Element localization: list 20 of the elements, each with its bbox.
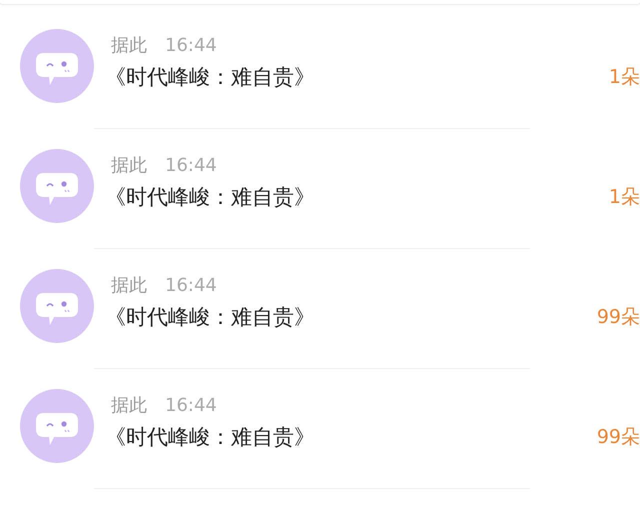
flower-count: 99朵 bbox=[596, 425, 640, 450]
chat-bubble-avatar-icon bbox=[20, 389, 94, 463]
flower-count: 1朵 bbox=[608, 65, 640, 90]
sender-name: 据此 bbox=[111, 394, 147, 417]
message-time: 16:44 bbox=[165, 275, 217, 296]
message-time: 16:44 bbox=[165, 35, 217, 56]
sender-name: 据此 bbox=[111, 34, 147, 57]
message-title[interactable]: 《时代峰峻：难自贵》 bbox=[105, 63, 315, 91]
chat-bubble-avatar-icon bbox=[20, 149, 94, 223]
sender-name: 据此 bbox=[111, 274, 147, 297]
chat-bubble-avatar-icon bbox=[20, 29, 94, 103]
message-time: 16:44 bbox=[165, 155, 217, 176]
sender-name: 据此 bbox=[111, 154, 147, 177]
message-time: 16:44 bbox=[165, 395, 217, 416]
message-title[interactable]: 《时代峰峻：难自贵》 bbox=[105, 423, 315, 451]
flower-count: 1朵 bbox=[608, 185, 640, 210]
message-title[interactable]: 《时代峰峻：难自贵》 bbox=[105, 303, 315, 331]
message-title[interactable]: 《时代峰峻：难自贵》 bbox=[105, 183, 315, 211]
chat-bubble-avatar-icon bbox=[20, 269, 94, 343]
flower-count: 99朵 bbox=[596, 305, 640, 330]
